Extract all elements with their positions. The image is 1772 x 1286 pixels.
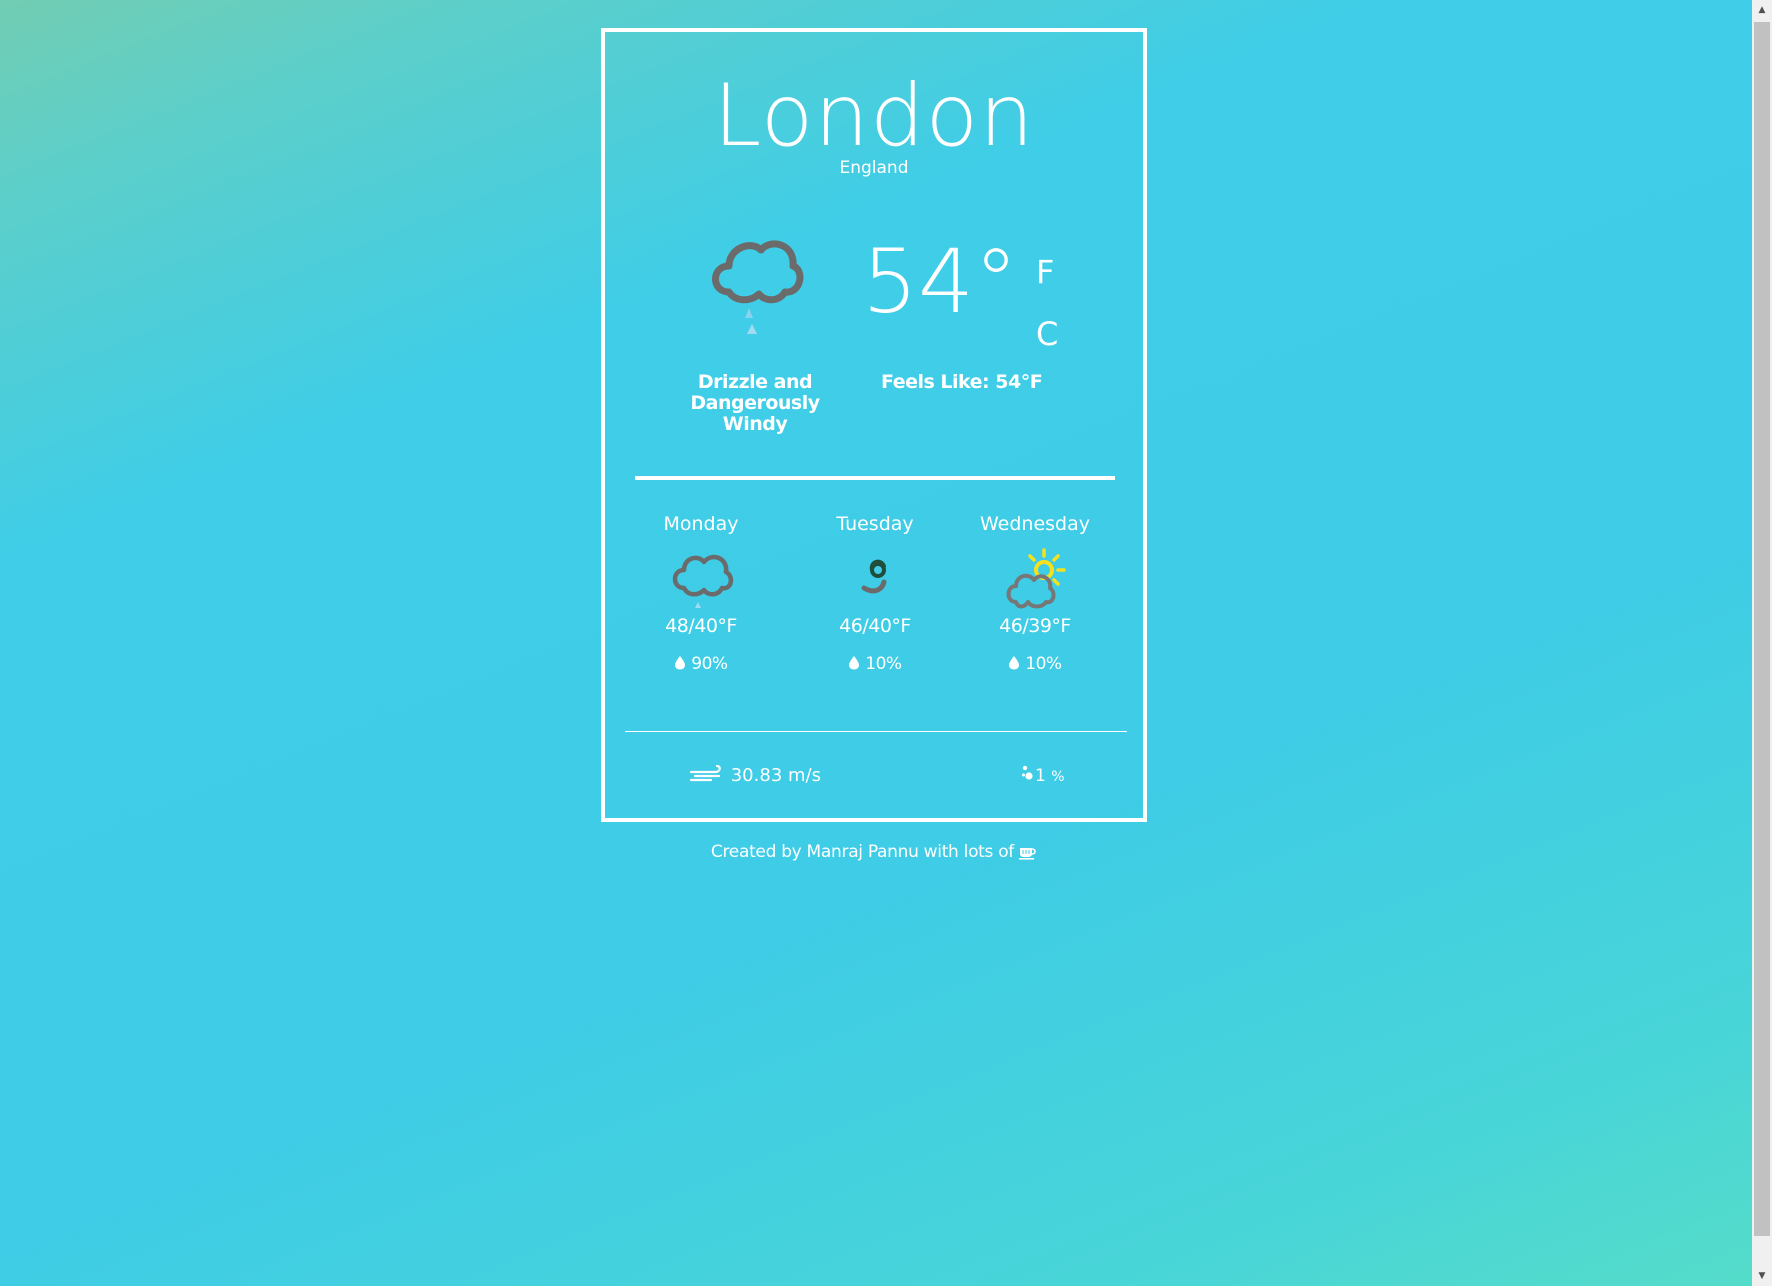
forecast-day-monday: Monday 48/40°F 90% xyxy=(631,512,771,674)
scroll-down-arrow-icon[interactable]: ▼ xyxy=(1752,1266,1772,1286)
divider xyxy=(635,476,1115,480)
scroll-up-arrow-icon[interactable]: ▲ xyxy=(1752,0,1772,20)
humidity-icon xyxy=(1022,765,1033,780)
wind-speed-value: 30.83 m/s xyxy=(730,765,821,786)
feels-like-text: Feels Like: 54°F xyxy=(881,371,1043,393)
city-name: London xyxy=(713,66,1035,166)
humidity: 1 % xyxy=(1021,764,1065,789)
coffee-icon xyxy=(1019,848,1036,860)
vertical-scrollbar[interactable]: ▲ ▼ xyxy=(1752,0,1772,1286)
rain-chance-value: 90% xyxy=(691,654,728,674)
condition-text: Drizzle and Dangerously Windy xyxy=(690,371,820,435)
footer-text: Created by Manraj Pannu with lots of xyxy=(710,842,1014,862)
forecast-rain-chance: 10% xyxy=(805,654,945,674)
forecast-rain-chance: 90% xyxy=(631,654,771,674)
drizzle-cloud-icon xyxy=(672,554,734,608)
forecast-day-name: Wednesday xyxy=(979,513,1090,535)
celsius-toggle[interactable]: C xyxy=(1036,314,1058,354)
weather-card: London England 54° F C Drizzle and Dange… xyxy=(601,28,1147,822)
footer-credit: Created by Manraj Pannu with lots of xyxy=(601,840,1147,864)
forecast-day-name: Tuesday xyxy=(836,513,914,535)
scrollbar-thumb[interactable] xyxy=(1754,22,1770,1236)
country-name: England xyxy=(839,158,909,178)
forecast-temp-range: 46/40°F xyxy=(839,615,911,637)
forecast-temp-range: 46/39°F xyxy=(999,615,1071,637)
humidity-unit: % xyxy=(1051,769,1065,785)
raindrop-icon xyxy=(675,656,686,670)
raindrop-icon xyxy=(849,656,860,670)
divider xyxy=(625,731,1127,732)
humidity-value: 1 xyxy=(1035,766,1046,786)
forecast-temp-range: 48/40°F xyxy=(665,615,737,637)
rain-chance-value: 10% xyxy=(865,654,902,674)
forecast-day-tuesday: Tuesday 46/40°F 10% xyxy=(805,512,945,674)
forecast-day-name: Monday xyxy=(663,513,739,535)
partly-cloudy-icon xyxy=(1006,548,1066,609)
current-temperature: 54° xyxy=(862,230,1018,333)
wind-icon xyxy=(861,559,887,594)
drizzle-cloud-icon xyxy=(712,240,804,334)
forecast-rain-chance: 10% xyxy=(965,654,1105,674)
raindrop-icon xyxy=(1009,656,1020,670)
forecast-day-wednesday: Wednesday 46/39°F 10% xyxy=(965,512,1105,674)
rain-chance-value: 10% xyxy=(1025,654,1062,674)
wind-icon xyxy=(689,764,721,782)
page-background: London England 54° F C Drizzle and Dange… xyxy=(0,0,1752,1286)
fahrenheit-toggle[interactable]: F xyxy=(1036,252,1054,292)
wind-speed: 30.83 m/s xyxy=(689,764,821,788)
